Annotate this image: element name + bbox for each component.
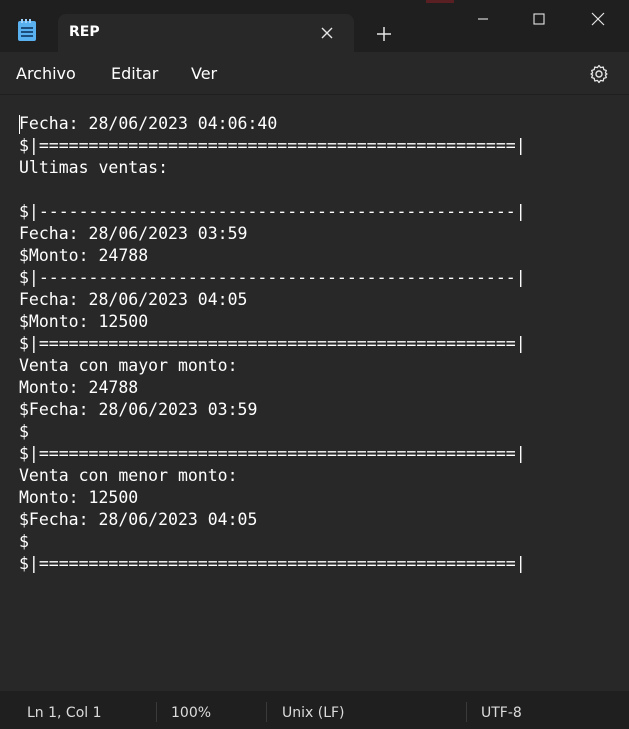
editor-line: Fecha: 28/06/2023 04:06:40: [19, 114, 278, 133]
encoding[interactable]: UTF-8: [481, 705, 522, 721]
editor-line: $|======================================…: [19, 136, 526, 155]
title-bar: REP: [0, 0, 629, 52]
editor-line: Ultimas ventas:: [19, 158, 169, 177]
plus-icon[interactable]: [372, 22, 396, 46]
editor-line: $Monto: 12500: [19, 312, 149, 331]
editor-line: $Monto: 24788: [19, 246, 149, 265]
editor-line: $|======================================…: [19, 444, 526, 463]
editor-line: Venta con menor monto:: [19, 466, 238, 485]
status-bar: Ln 1, Col 1 100% Unix (LF) UTF-8: [0, 691, 629, 729]
editor-line: $|======================================…: [19, 554, 526, 573]
gear-icon[interactable]: [587, 62, 611, 86]
editor-line: $|--------------------------------------…: [19, 268, 526, 287]
editor-line: Monto: 12500: [19, 488, 139, 507]
editor-line: $Fecha: 28/06/2023 04:05: [19, 510, 258, 529]
line-ending[interactable]: Unix (LF): [282, 705, 345, 721]
tab-title: REP: [69, 24, 100, 40]
editor-line: $Fecha: 28/06/2023 03:59: [19, 400, 258, 419]
editor-line: $|--------------------------------------…: [19, 202, 526, 221]
zoom-level[interactable]: 100%: [171, 705, 211, 721]
editor-content[interactable]: Fecha: 28/06/2023 04:06:40 $|===========…: [19, 113, 526, 575]
editor-line: Fecha: 28/06/2023 03:59: [19, 224, 248, 243]
menu-bar: Archivo Editar Ver: [0, 52, 629, 95]
text-caret: [19, 115, 20, 134]
close-icon[interactable]: [569, 0, 627, 38]
editor-line: $|======================================…: [19, 334, 526, 353]
status-divider: [466, 702, 467, 722]
title-accent: [426, 0, 454, 3]
minimize-icon[interactable]: [454, 0, 512, 38]
menu-archivo[interactable]: Archivo: [16, 64, 76, 83]
maximize-icon[interactable]: [510, 0, 568, 38]
editor-line: Venta con mayor monto:: [19, 356, 238, 375]
editor-line: $: [19, 422, 29, 441]
close-icon[interactable]: [316, 22, 338, 44]
cursor-position[interactable]: Ln 1, Col 1: [27, 705, 102, 721]
status-divider: [266, 702, 267, 722]
menu-editar[interactable]: Editar: [111, 64, 158, 83]
tab-rep[interactable]: REP: [58, 14, 354, 52]
text-editor[interactable]: Fecha: 28/06/2023 04:06:40 $|===========…: [0, 95, 629, 691]
editor-line: $: [19, 532, 29, 551]
status-divider: [156, 702, 157, 722]
notepad-icon: [18, 19, 36, 41]
editor-line: Fecha: 28/06/2023 04:05: [19, 290, 248, 309]
menu-ver[interactable]: Ver: [191, 64, 217, 83]
editor-line: Monto: 24788: [19, 378, 139, 397]
